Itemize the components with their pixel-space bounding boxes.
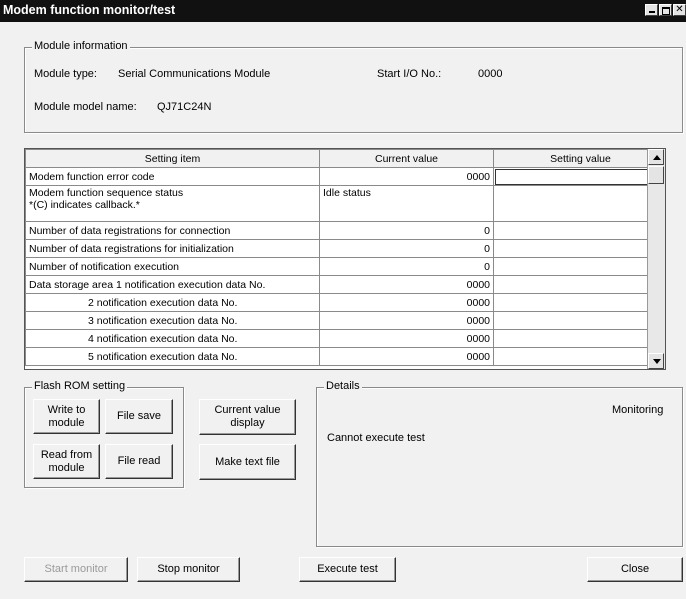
make-text-file-button[interactable]: Make text file — [199, 444, 296, 480]
start-io-value: 0000 — [478, 68, 503, 80]
maximize-button[interactable] — [659, 4, 672, 16]
details-legend: Details — [324, 380, 362, 392]
row-setting[interactable] — [493, 239, 665, 258]
minimize-button[interactable] — [645, 4, 658, 16]
table-row[interactable]: Data storage area 1 notification executi… — [25, 275, 665, 294]
row-current: 0 — [319, 221, 494, 240]
header-current-value: Current value — [319, 149, 494, 168]
row-setting[interactable] — [493, 185, 665, 222]
write-to-module-button[interactable]: Write to module — [33, 399, 100, 434]
arrow-up-icon — [653, 155, 661, 160]
module-type-label: Module type: — [34, 68, 97, 80]
table-row[interactable]: 5 notification execution data No. 0000 — [25, 347, 665, 366]
header-setting-value: Setting value — [493, 149, 665, 168]
table-row[interactable]: Modem function sequence status *(C) indic… — [25, 185, 665, 222]
flash-rom-legend: Flash ROM setting — [32, 380, 128, 392]
row-item: Number of notification execution — [25, 257, 320, 276]
row-item-line1: Modem function sequence status — [29, 187, 184, 199]
row-setting[interactable] — [493, 257, 665, 276]
close-window-button[interactable]: ✕ — [673, 4, 686, 16]
table-row[interactable]: 3 notification execution data No. 0000 — [25, 311, 665, 330]
row-item: Modem function sequence status *(C) indic… — [25, 185, 320, 222]
arrow-down-icon — [653, 359, 661, 364]
read-from-module-button[interactable]: Read from module — [33, 444, 100, 479]
current-value-display-button[interactable]: Current value display — [199, 399, 296, 435]
row-item: 4 notification execution data No. — [25, 329, 320, 348]
table-row[interactable]: 2 notification execution data No. 0000 — [25, 293, 665, 312]
row-item: Number of data registrations for connect… — [25, 221, 320, 240]
stop-monitor-button[interactable]: Stop monitor — [137, 557, 240, 582]
scroll-down-button[interactable] — [648, 353, 664, 369]
row-item: Data storage area 1 notification executi… — [25, 275, 320, 294]
table-row[interactable]: Number of notification execution 0 — [25, 257, 665, 276]
window-controls: ✕ — [645, 4, 686, 16]
row-setting[interactable] — [493, 275, 665, 294]
row-item: 3 notification execution data No. — [25, 311, 320, 330]
scroll-thumb[interactable] — [648, 166, 664, 184]
row-setting[interactable] — [493, 311, 665, 330]
close-button[interactable]: Close — [587, 557, 683, 582]
module-model-value: QJ71C24N — [157, 101, 212, 113]
row-current: 0 — [319, 257, 494, 276]
row-setting[interactable] — [493, 293, 665, 312]
details-status: Monitoring — [612, 404, 664, 416]
file-read-button[interactable]: File read — [105, 444, 173, 479]
details-message: Cannot execute test — [327, 432, 425, 444]
row-current: 0 — [319, 239, 494, 258]
start-monitor-button[interactable]: Start monitor — [24, 557, 128, 582]
row-item-line2: *(C) indicates callback.* — [29, 199, 140, 211]
row-item: 2 notification execution data No. — [25, 293, 320, 312]
row-current: 0000 — [319, 293, 494, 312]
row-current: 0000 — [319, 329, 494, 348]
row-current: 0000 — [319, 167, 494, 186]
row-current: 0000 — [319, 275, 494, 294]
file-save-button[interactable]: File save — [105, 399, 173, 434]
scroll-up-button[interactable] — [648, 149, 664, 165]
table-row[interactable]: Modem function error code 0000 — [25, 167, 665, 186]
row-current: Idle status — [319, 185, 494, 222]
module-type-value: Serial Communications Module — [118, 68, 271, 80]
row-item: 5 notification execution data No. — [25, 347, 320, 366]
start-io-label: Start I/O No.: — [377, 68, 442, 80]
window-title: Modem function monitor/test — [3, 3, 176, 17]
title-bar: Modem function monitor/test ✕ — [0, 0, 686, 22]
table-row[interactable]: Number of data registrations for initial… — [25, 239, 665, 258]
row-current: 0000 — [319, 311, 494, 330]
row-setting[interactable] — [493, 221, 665, 240]
header-setting-item: Setting item — [25, 149, 320, 168]
module-information-group: Module information — [24, 40, 683, 133]
execute-test-button[interactable]: Execute test — [299, 557, 396, 582]
row-setting[interactable] — [493, 329, 665, 348]
row-item: Number of data registrations for initial… — [25, 239, 320, 258]
module-information-legend: Module information — [32, 40, 130, 52]
modem-monitor-window: Modem function monitor/test ✕ Module inf… — [0, 0, 686, 599]
monitor-table: Setting item Current value Setting value… — [25, 149, 665, 366]
row-item: Modem function error code — [25, 167, 320, 186]
grid-scrollbar[interactable] — [647, 149, 665, 369]
row-setting[interactable] — [493, 167, 665, 186]
row-setting[interactable] — [493, 347, 665, 366]
module-model-label: Module model name: — [34, 101, 137, 113]
table-row[interactable]: Number of data registrations for connect… — [25, 221, 665, 240]
table-row[interactable]: 4 notification execution data No. 0000 — [25, 329, 665, 348]
monitor-grid: Setting item Current value Setting value… — [24, 148, 666, 370]
row-current: 0000 — [319, 347, 494, 366]
grid-header-row: Setting item Current value Setting value — [25, 149, 665, 168]
